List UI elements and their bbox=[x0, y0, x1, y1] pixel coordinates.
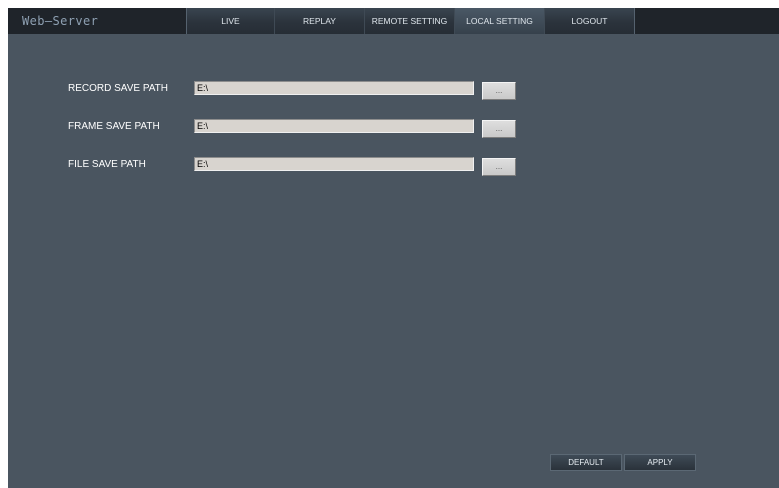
record-save-path-browse-button[interactable]: ... bbox=[482, 82, 516, 100]
file-save-path-browse-button[interactable]: ... bbox=[482, 158, 516, 176]
tab-local-setting[interactable]: LOCAL SETTING bbox=[455, 8, 545, 34]
frame-save-path-label: FRAME SAVE PATH bbox=[68, 121, 160, 132]
file-save-path-label: FILE SAVE PATH bbox=[68, 159, 146, 170]
nav-tabs: LIVE REPLAY REMOTE SETTING LOCAL SETTING… bbox=[186, 8, 635, 34]
tab-live[interactable]: LIVE bbox=[187, 8, 275, 34]
file-save-path-input[interactable] bbox=[194, 157, 474, 171]
apply-button[interactable]: APPLY bbox=[624, 454, 696, 471]
record-save-path-label: RECORD SAVE PATH bbox=[68, 83, 169, 94]
frame-save-path-input[interactable] bbox=[194, 119, 474, 133]
tab-remote-setting[interactable]: REMOTE SETTING bbox=[365, 8, 455, 34]
default-button[interactable]: DEFAULT bbox=[550, 454, 622, 471]
top-navigation-bar: Web—Server LIVE REPLAY REMOTE SETTING LO… bbox=[8, 8, 779, 34]
tab-logout[interactable]: LOGOUT bbox=[545, 8, 634, 34]
app-window: Web—Server LIVE REPLAY REMOTE SETTING LO… bbox=[8, 8, 779, 488]
app-logo: Web—Server bbox=[22, 14, 99, 28]
frame-save-path-browse-button[interactable]: ... bbox=[482, 120, 516, 138]
record-save-path-input[interactable] bbox=[194, 81, 474, 95]
tab-replay[interactable]: REPLAY bbox=[275, 8, 365, 34]
